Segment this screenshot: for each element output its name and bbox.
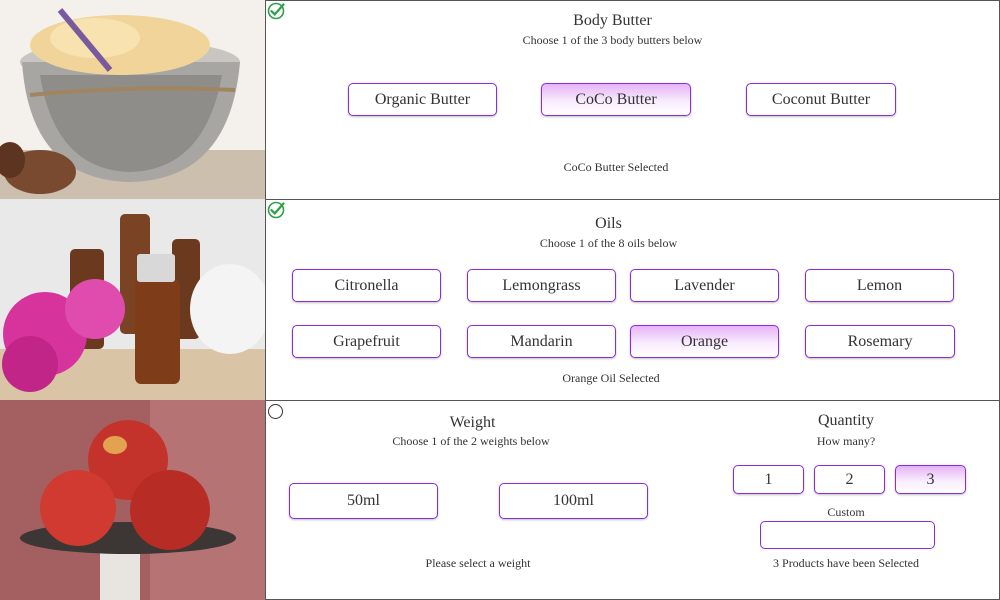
oil-option-orange[interactable]: Orange [630, 325, 779, 358]
quantity-option-1[interactable]: 1 [733, 465, 804, 494]
weight-option-50ml[interactable]: 50ml [289, 483, 438, 519]
custom-quantity-input[interactable] [760, 521, 935, 549]
apples-photo [0, 400, 265, 600]
quantity-option-2[interactable]: 2 [814, 465, 885, 494]
custom-label: Custom [827, 505, 865, 519]
oil-option-mandarin[interactable]: Mandarin [467, 325, 616, 358]
section-subtitle: Choose 1 of the 8 oils below [539, 236, 678, 250]
oil-option-grapefruit[interactable]: Grapefruit [292, 325, 441, 358]
weight-option-100ml[interactable]: 100ml [499, 483, 648, 519]
body-butter-photo [0, 0, 265, 199]
quantity-subtitle: How many? [816, 434, 876, 448]
body-butter-panel: Body Butter Choose 1 of the 3 body butte… [265, 0, 1000, 200]
weight-subtitle: Choose 1 of the 2 weights below [392, 434, 550, 448]
section-subtitle: Choose 1 of the 3 body butters below [522, 33, 703, 47]
butter-option-organic[interactable]: Organic Butter [348, 83, 497, 116]
oil-option-lavender[interactable]: Lavender [630, 269, 779, 302]
essential-oils-photo [0, 199, 265, 400]
oil-option-lemongrass[interactable]: Lemongrass [467, 269, 616, 302]
section-title: Oils [595, 215, 622, 232]
butter-option-coco[interactable]: CoCo Butter [541, 83, 691, 116]
quantity-option-3[interactable]: 3 [895, 465, 966, 494]
quantity-title: Quantity [818, 412, 874, 429]
oil-option-rosemary[interactable]: Rosemary [805, 325, 955, 358]
oils-panel: Oils Choose 1 of the 8 oils below Citron… [265, 199, 1000, 401]
quantity-status: 3 Products have been Selected [773, 556, 919, 570]
weight-status: Please select a weight [425, 556, 531, 570]
oil-option-citronella[interactable]: Citronella [292, 269, 441, 302]
selection-status: CoCo Butter Selected [563, 160, 669, 174]
weight-quantity-panel: Weight Choose 1 of the 2 weights below 5… [265, 400, 1000, 600]
oil-option-lemon[interactable]: Lemon [805, 269, 954, 302]
section-title: Body Butter [573, 12, 652, 29]
weight-title: Weight [449, 414, 496, 431]
butter-option-coconut[interactable]: Coconut Butter [746, 83, 896, 116]
selection-status: Orange Oil Selected [562, 371, 660, 385]
